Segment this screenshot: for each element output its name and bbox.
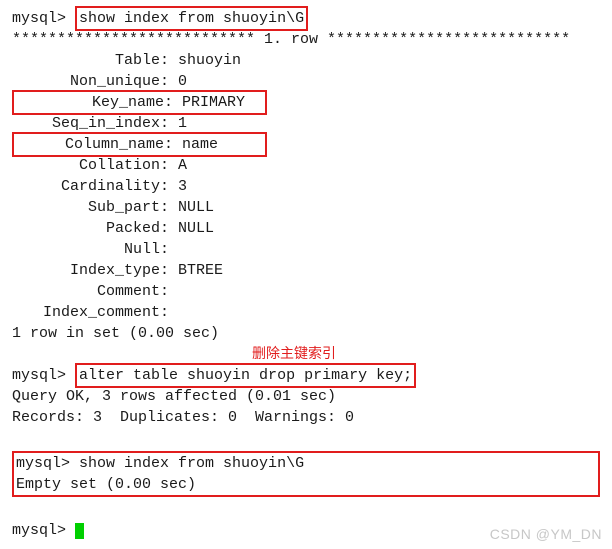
kv-packed-label: Packed	[12, 218, 160, 239]
kv-comment-label: Comment	[12, 281, 160, 302]
kv-nonunique-label: Non_unique	[12, 71, 160, 92]
kv-idxtype-label: Index_type	[12, 260, 160, 281]
prompt3: mysql>	[16, 455, 70, 472]
kv-colname-val: name	[182, 136, 218, 153]
kv-keyname-val: PRIMARY	[182, 94, 245, 111]
result2a: Query OK, 3 rows affected (0.01 sec)	[12, 386, 600, 407]
kv-cardinality-label: Cardinality	[12, 176, 160, 197]
kv-idxcomment: Index_comment:	[12, 302, 600, 323]
kv-collation: Collation: A	[12, 155, 600, 176]
kv-cardinality: Cardinality: 3	[12, 176, 600, 197]
kv-seqinidx-label: Seq_in_index	[12, 113, 160, 134]
kv-collation-label: Collation	[12, 155, 160, 176]
annotation-text: 删除主键索引	[252, 344, 336, 364]
watermark: CSDN @YM_DN	[490, 525, 602, 545]
kv-collation-val: A	[178, 157, 187, 174]
blank1	[12, 428, 600, 449]
kv-packed-val: NULL	[178, 220, 214, 237]
kv-null: Null:	[12, 239, 600, 260]
kv-keyname-label: Key_name	[16, 92, 164, 113]
kv-colname-wrap: Column_name: name	[12, 134, 600, 155]
prompt2: mysql>	[12, 367, 66, 384]
annotation-line: 删除主键索引	[12, 344, 600, 365]
cmd3-text: show index from shuoyin\G	[79, 455, 304, 472]
cmd1-text: show index from shuoyin\G	[79, 10, 304, 27]
result2b: Records: 3 Duplicates: 0 Warnings: 0	[12, 407, 600, 428]
kv-seqinidx: Seq_in_index: 1	[12, 113, 600, 134]
kv-idxtype: Index_type: BTREE	[12, 260, 600, 281]
kv-table: Table: shuoyin	[12, 50, 600, 71]
kv-subpart-val: NULL	[178, 199, 214, 216]
prompt: mysql>	[12, 10, 66, 27]
result1: 1 row in set (0.00 sec)	[12, 323, 600, 344]
result3: Empty set (0.00 sec)	[16, 474, 596, 495]
kv-table-val: shuoyin	[178, 52, 241, 69]
kv-cardinality-val: 3	[178, 178, 187, 195]
kv-null-label: Null	[12, 239, 160, 260]
cmd3-block-box: mysql> show index from shuoyin\G Empty s…	[12, 451, 600, 497]
row-sep: *************************** 1. row *****…	[12, 29, 600, 50]
cursor-block	[75, 523, 84, 539]
kv-seqinidx-val: 1	[178, 115, 187, 132]
kv-idxtype-val: BTREE	[178, 262, 223, 279]
line-cmd1: mysql> show index from shuoyin\G	[12, 8, 600, 29]
kv-keyname-box: Key_name: PRIMARY	[12, 90, 267, 115]
cmd1-box: show index from shuoyin\G	[75, 6, 308, 31]
kv-nonunique-val: 0	[178, 73, 187, 90]
kv-subpart: Sub_part: NULL	[12, 197, 600, 218]
kv-table-label: Table	[12, 50, 160, 71]
kv-comment: Comment:	[12, 281, 600, 302]
kv-nonunique: Non_unique: 0	[12, 71, 600, 92]
line-cmd2: mysql> alter table shuoyin drop primary …	[12, 365, 600, 386]
line-cmd3: mysql> show index from shuoyin\G	[16, 453, 596, 474]
kv-subpart-label: Sub_part	[12, 197, 160, 218]
kv-colname-box: Column_name: name	[12, 132, 267, 157]
blank2	[12, 499, 600, 520]
kv-packed: Packed: NULL	[12, 218, 600, 239]
kv-colname-label: Column_name	[16, 134, 164, 155]
prompt4: mysql>	[12, 522, 66, 539]
kv-idxcomment-label: Index_comment	[12, 302, 160, 323]
cmd2-box: alter table shuoyin drop primary key;	[75, 363, 416, 388]
cmd2-text: alter table shuoyin drop primary key;	[79, 367, 412, 384]
kv-keyname-wrap: Key_name: PRIMARY	[12, 92, 600, 113]
